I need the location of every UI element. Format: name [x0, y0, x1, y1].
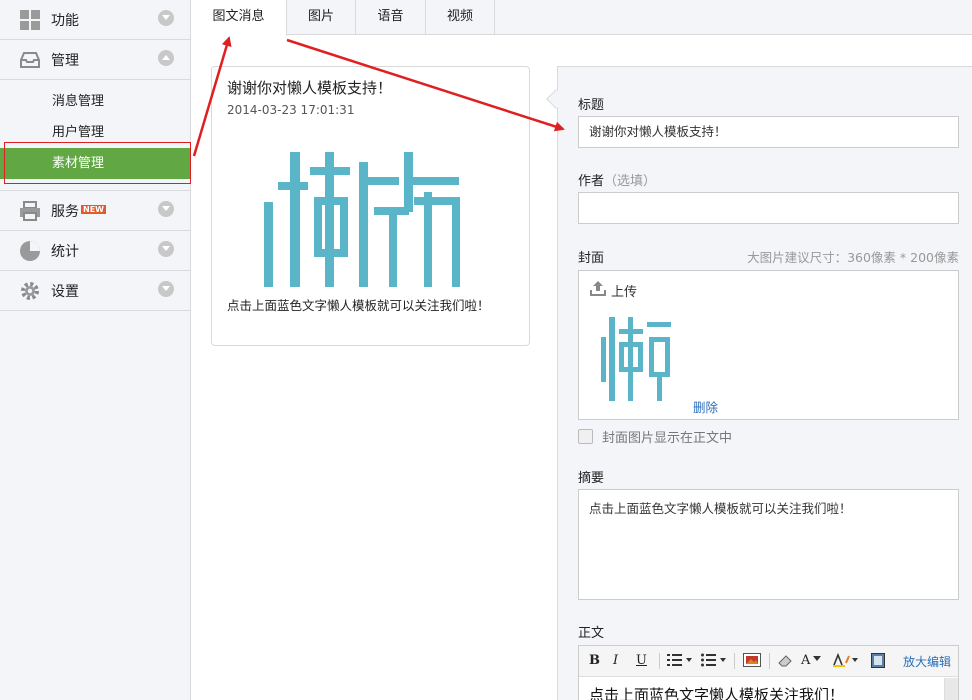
sidebar-group-label: 功能 — [51, 13, 79, 29]
sidebar: 功能 管理 消息管理 用户管理 素材管理 服务 NEW 统计 设置 — [0, 0, 191, 700]
summary-label: 摘要 — [578, 471, 605, 486]
preview-card[interactable]: 谢谢你对懒人模板支持！ 2014-03-23 17:01:31 点击上面蓝色文字… — [211, 66, 530, 346]
unordered-list-icon[interactable] — [701, 653, 727, 671]
sidebar-group-label: 管理 — [51, 53, 79, 69]
sidebar-group-label: 服务 NEW — [51, 204, 106, 220]
tab-bar: 图文消息 图片 语音 视频 — [191, 0, 972, 36]
preview-title: 谢谢你对懒人模板支持！ — [227, 79, 393, 97]
upload-button[interactable]: 上传 — [589, 279, 637, 301]
chevron-down-icon[interactable] — [158, 281, 174, 297]
preview-description: 点击上面蓝色文字懒人模板就可以关注我们啦！ — [227, 298, 490, 313]
cover-thumbnail — [601, 317, 673, 405]
show-cover-row: 封面图片显示在正文中 — [578, 427, 732, 446]
sidebar-group-settings[interactable]: 设置 — [0, 271, 190, 311]
preview-cover-image — [264, 152, 464, 291]
tab-video[interactable]: 视频 — [426, 0, 495, 35]
chevron-up-icon[interactable] — [158, 50, 174, 66]
gear-icon — [19, 280, 41, 302]
author-label: 作者（选填） — [578, 174, 657, 189]
zoom-edit-link[interactable]: 放大编辑 — [903, 653, 951, 670]
rte-toolbar: B I U A 放大编辑 — [579, 646, 958, 677]
sidebar-group-stats[interactable]: 统计 — [0, 231, 190, 271]
sidebar-group-label: 设置 — [51, 284, 79, 300]
sidebar-group-features[interactable]: 功能 — [0, 0, 190, 40]
toolbar-divider — [769, 653, 770, 669]
printer-icon — [19, 200, 41, 222]
title-label: 标题 — [578, 98, 605, 113]
chevron-down-icon[interactable] — [158, 10, 174, 26]
new-badge: NEW — [81, 205, 106, 214]
tab-voice[interactable]: 语音 — [356, 0, 426, 35]
title-input[interactable]: 谢谢你对懒人模板支持！ — [578, 116, 959, 148]
cover-upload-box: 上传 删除 — [578, 270, 959, 420]
delete-cover-link[interactable]: 删除 — [693, 397, 718, 416]
rte-scrollbar[interactable] — [944, 678, 958, 700]
underline-button[interactable]: U — [636, 653, 647, 668]
upload-label: 上传 — [611, 284, 638, 300]
app-root: 功能 管理 消息管理 用户管理 素材管理 服务 NEW 统计 设置 图文消息 图… — [0, 0, 972, 700]
video-icon[interactable] — [871, 653, 885, 672]
image-icon[interactable] — [743, 653, 761, 671]
preview-date: 2014-03-23 17:01:31 — [227, 103, 355, 117]
chevron-down-icon[interactable] — [158, 201, 174, 217]
sidebar-group-manage[interactable]: 管理 — [0, 40, 190, 80]
body-label: 正文 — [578, 626, 605, 641]
eraser-icon[interactable] — [777, 653, 793, 671]
sidebar-group-label: 统计 — [51, 244, 79, 260]
upload-icon — [589, 279, 607, 301]
rte-content[interactable]: 点击上面蓝色文字懒人模板关注我们！ — [589, 684, 844, 700]
pie-chart-icon — [19, 240, 41, 262]
rich-text-editor: B I U A 放大编辑 点击上面蓝色文字懒人模板关注我们！ — [578, 645, 959, 700]
ordered-list-icon[interactable] — [667, 653, 693, 671]
tab-images[interactable]: 图片 — [287, 0, 356, 35]
grid-icon — [19, 9, 41, 31]
toolbar-divider — [659, 653, 660, 669]
summary-textarea[interactable]: 点击上面蓝色文字懒人模板就可以关注我们啦！ — [578, 489, 959, 600]
cover-size-hint: 大图片建议尺寸：360像素 * 200像素 — [747, 250, 959, 265]
inbox-icon — [19, 49, 41, 71]
tab-news[interactable]: 图文消息 — [191, 0, 287, 36]
italic-button[interactable]: I — [613, 653, 618, 668]
sidebar-item-messages[interactable]: 消息管理 — [0, 86, 190, 117]
annotation-highlight-box — [4, 142, 191, 184]
chevron-down-icon[interactable] — [158, 241, 174, 257]
sidebar-group-services[interactable]: 服务 NEW — [0, 191, 190, 231]
author-input[interactable] — [578, 192, 959, 224]
toolbar-divider — [734, 653, 735, 669]
highlight-icon[interactable] — [833, 652, 859, 671]
show-cover-checkbox[interactable] — [578, 429, 593, 444]
show-cover-label: 封面图片显示在正文中 — [602, 431, 733, 446]
bold-button[interactable]: B — [589, 653, 600, 668]
font-color-button[interactable]: A — [801, 653, 822, 668]
cover-label: 封面 — [578, 251, 605, 266]
